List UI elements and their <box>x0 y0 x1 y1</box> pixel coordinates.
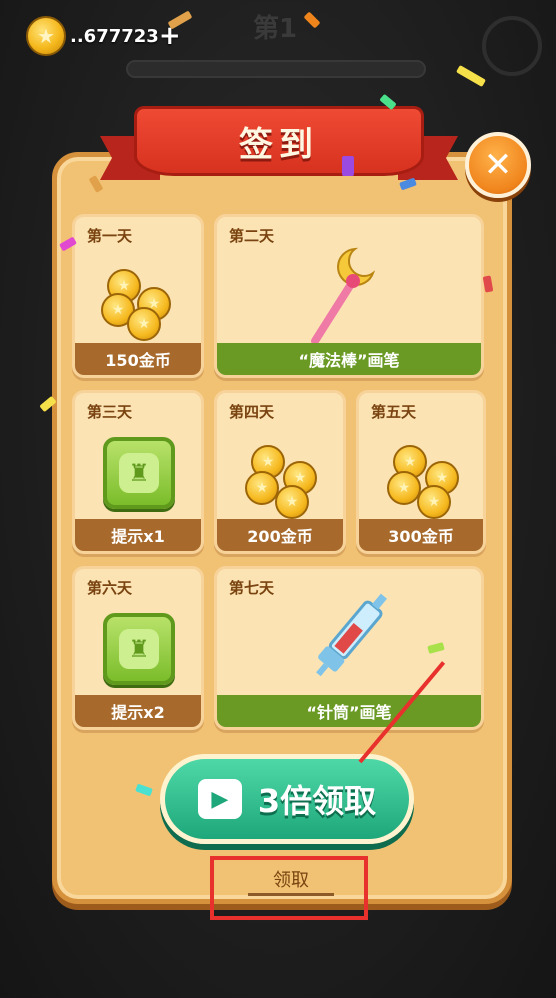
coin-amount: ..677723 <box>70 25 159 47</box>
close-icon: ✕ <box>483 145 513 185</box>
reward-label: 200金币 <box>217 519 343 551</box>
title-ribbon: 签到 <box>100 106 458 184</box>
reward-label: “针筒”画笔 <box>217 695 481 727</box>
triple-claim-button[interactable]: ▶ 3倍领取 <box>160 754 414 844</box>
syringe-icon <box>316 593 388 677</box>
annotation-highlight-box <box>210 856 368 920</box>
reward-label: 提示x2 <box>75 695 201 727</box>
day-card-4: 第四天 ★ ★ ★ ★ 200金币 <box>214 390 346 554</box>
settings-icon <box>482 16 542 76</box>
day-card-2: 第二天 “魔法棒”画笔 <box>214 214 484 378</box>
day-label: 第四天 <box>229 403 275 421</box>
reward-label: “魔法棒”画笔 <box>217 343 481 375</box>
close-button[interactable]: ✕ <box>465 132 531 198</box>
day-label: 第七天 <box>229 579 275 597</box>
ribbon-band: 签到 <box>134 106 424 176</box>
day-card-6: 第六天 ♜ 提示x2 <box>72 566 204 730</box>
day-label: 第五天 <box>371 403 417 421</box>
hint-icon: ♜ <box>103 613 175 685</box>
reward-label: 150金币 <box>75 343 201 375</box>
reward-label: 提示x1 <box>75 519 201 551</box>
level-title: 第1 <box>252 14 298 44</box>
day-label: 第三天 <box>87 403 133 421</box>
triple-claim-label: 3倍领取 <box>257 782 377 820</box>
day-label: 第二天 <box>229 227 275 245</box>
reward-label: 300金币 <box>359 519 483 551</box>
hint-icon: ♜ <box>103 437 175 509</box>
day-label: 第六天 <box>87 579 133 597</box>
coin-icon: ★ <box>26 16 66 56</box>
magic-wand-icon <box>311 247 376 345</box>
day-label: 第一天 <box>87 227 133 245</box>
play-video-icon: ▶ <box>197 779 242 819</box>
dialog-title: 签到 <box>239 124 319 165</box>
day-card-1: 第一天 ★ ★ ★ ★ 150金币 <box>72 214 204 378</box>
day-card-3: 第三天 ♜ 提示x1 <box>72 390 204 554</box>
day-card-5: 第五天 ★ ★ ★ ★ 300金币 <box>356 390 486 554</box>
confetti-piece <box>342 156 354 176</box>
level-progress-bar <box>126 60 426 78</box>
